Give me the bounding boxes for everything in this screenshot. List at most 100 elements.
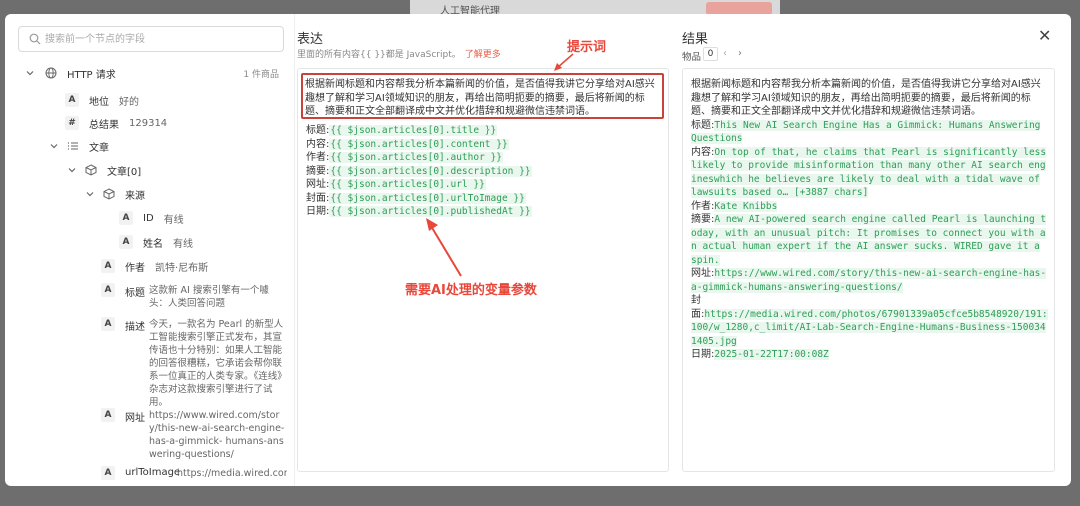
result-row: 日期:2025-01-22T17:00:08Z <box>691 348 1048 362</box>
string-type-icon: A <box>101 317 115 331</box>
search-icon <box>29 33 41 45</box>
expression-title: 表达 <box>297 32 324 47</box>
result-value: A new AI-powered search engine called Pe… <box>691 214 1047 266</box>
items-label: 物品 <box>682 52 702 63</box>
input-fields-panel: HTTP 请求 1 件商品 A 地位 好的 # 总结果 129314 文章 文章… <box>5 14 295 486</box>
close-button[interactable]: ✕ <box>1038 28 1051 44</box>
variable-label: 封面: <box>306 192 330 204</box>
variable-label: 日期: <box>306 206 330 217</box>
variable-row: 封面:{{ $json.articles[0].urlToImage }} <box>306 192 526 206</box>
field-label: 标题 <box>125 288 145 299</box>
variable-label: 摘要: <box>306 165 330 177</box>
string-type-icon: A <box>119 235 133 249</box>
result-row: 标题:This New AI Search Engine Has a Gimmi… <box>691 119 1048 146</box>
expression-editor[interactable]: 根据新闻标题和内容帮我分析本篇新闻的价值，是否值得我讲它分享给对AI感兴趣想了解… <box>297 68 669 472</box>
chevron-down-icon[interactable] <box>67 165 77 175</box>
field-label: 描述 <box>125 322 145 333</box>
tree-field-status[interactable]: A 地位 好的 <box>65 90 139 110</box>
tree-field-source-id[interactable]: A ID 有线 <box>119 208 184 228</box>
annotation-prompt-label: 提示词 <box>567 40 607 55</box>
item-count: 1 件商品 <box>243 69 279 80</box>
tree-node-articles[interactable]: 文章 <box>49 136 109 156</box>
variable-label: 网址: <box>306 179 330 190</box>
result-preview: 根据新闻标题和内容帮我分析本篇新闻的价值，是否值得我讲它分享给对AI感兴趣想了解… <box>682 68 1055 472</box>
field-label: 地位 <box>89 96 109 108</box>
field-value: https://media.wired.com/photos <box>177 468 287 479</box>
list-icon <box>67 140 79 152</box>
tree-node-label: 文章 <box>89 142 109 154</box>
result-label: 摘要: <box>691 214 715 225</box>
variable-row: 内容:{{ $json.articles[0].content }} <box>306 138 509 152</box>
result-row: 内容:On top of that, he claims that Pearl … <box>691 146 1048 200</box>
item-index-input[interactable]: 0 <box>703 47 718 61</box>
expression-hint-text: 里面的所有内容{{ }}都是 JavaScript。 <box>297 50 461 60</box>
string-type-icon: A <box>101 466 115 480</box>
result-row: 作者:Kate Knibbs <box>691 200 1048 214</box>
field-value: https://www.wired.com/story/this-new-ai-… <box>149 410 285 460</box>
string-type-icon: A <box>119 211 133 225</box>
result-row: 封 面:https://media.wired.com/photos/67901… <box>691 294 1048 348</box>
result-label: 日期: <box>691 349 715 360</box>
variable-expression: {{ $json.articles[0].content }} <box>329 138 509 150</box>
result-label: 标题: <box>691 119 715 131</box>
string-type-icon: A <box>101 283 115 297</box>
field-label: 姓名 <box>143 238 163 250</box>
result-value: 2025-01-22T17:00:08Z <box>714 349 829 360</box>
result-label: 网址: <box>691 268 715 279</box>
string-type-icon: A <box>101 259 115 273</box>
variable-label: 内容: <box>306 138 330 150</box>
result-title: 结果 <box>682 32 709 47</box>
result-label: 内容: <box>691 146 715 158</box>
next-item-button[interactable]: › <box>738 48 742 59</box>
tree-node-label: 文章[0] <box>107 166 142 178</box>
variable-expression: {{ $json.articles[0].author }} <box>329 152 503 163</box>
string-type-icon: A <box>101 408 115 422</box>
number-type-icon: # <box>65 116 79 130</box>
result-prompt: 根据新闻标题和内容帮我分析本篇新闻的价值，是否值得我讲它分享给对AI感兴趣想了解… <box>691 79 1041 117</box>
field-search <box>18 26 284 52</box>
result-label: 作者: <box>691 200 715 212</box>
previous-item-button[interactable]: ‹ <box>723 48 727 59</box>
object-icon <box>85 164 97 176</box>
chevron-down-icon[interactable] <box>85 189 95 199</box>
chevron-down-icon[interactable] <box>25 68 35 78</box>
tree-node-article-0[interactable]: 文章[0] <box>67 160 141 180</box>
variable-expression: {{ $json.articles[0].publishedAt }} <box>329 206 532 217</box>
search-input[interactable] <box>45 31 275 47</box>
tree-node-label: 来源 <box>125 190 145 202</box>
tree-node-source[interactable]: 来源 <box>85 184 145 204</box>
variable-row: 摘要:{{ $json.articles[0].description }} <box>306 165 532 179</box>
field-value: 好的 <box>119 96 139 108</box>
tree-node-label: HTTP 请求 <box>67 69 116 81</box>
learn-more-link[interactable]: 了解更多 <box>465 50 501 60</box>
variable-label: 作者: <box>306 152 330 163</box>
tree-node-http-request[interactable]: HTTP 请求 1 件商品 <box>25 63 289 83</box>
annotation-variables-label: 需要AI处理的变量参数 <box>405 283 537 298</box>
result-value: Kate Knibbs <box>714 200 778 212</box>
field-value: 有线 <box>163 214 184 226</box>
tree-field-source-name[interactable]: A 姓名 有线 <box>119 232 193 252</box>
chevron-down-icon[interactable] <box>49 141 59 151</box>
variable-row: 日期:{{ $json.articles[0].publishedAt }} <box>306 205 532 219</box>
variable-expression: {{ $json.articles[0].urlToImage }} <box>329 192 526 204</box>
variable-row: 标题:{{ $json.articles[0].title }} <box>306 124 498 138</box>
field-value: 有线 <box>173 238 193 250</box>
field-value: 129314 <box>129 117 168 129</box>
variable-row: 网址:{{ $json.articles[0].url }} <box>306 178 486 192</box>
tree-field-total[interactable]: # 总结果 129314 <box>65 113 167 133</box>
tree-field-author[interactable]: A 作者 凯特·尼布斯 <box>101 256 208 276</box>
result-content: 根据新闻标题和内容帮我分析本篇新闻的价值，是否值得我讲它分享给对AI感兴趣想了解… <box>691 78 1048 362</box>
field-value: 这款新 AI 搜索引擎有一个噱头：人类回答问题 <box>149 285 269 309</box>
field-label: ID <box>143 212 154 224</box>
expression-editor-modal: HTTP 请求 1 件商品 A 地位 好的 # 总结果 129314 文章 文章… <box>5 14 1071 486</box>
field-label: 总结果 <box>89 119 119 131</box>
variable-row: 作者:{{ $json.articles[0].author }} <box>306 151 503 165</box>
result-value: https://www.wired.com/story/this-new-ai-… <box>691 268 1047 293</box>
chevron-left-icon: ‹ <box>723 48 727 59</box>
result-label: 封 面: <box>691 295 705 320</box>
field-value: 今天，一款名为 Pearl 的新型人工智能搜索引擎正式发布，其宣传语也十分特别：… <box>149 319 287 408</box>
string-type-icon: A <box>65 93 79 107</box>
prompt-text: 根据新闻标题和内容帮我分析本篇新闻的价值，是否值得我讲它分享给对AI感兴趣想了解… <box>305 79 655 117</box>
result-value: https://media.wired.com/photos/67901339a… <box>691 308 1048 347</box>
field-value: 凯特·尼布斯 <box>155 262 209 274</box>
